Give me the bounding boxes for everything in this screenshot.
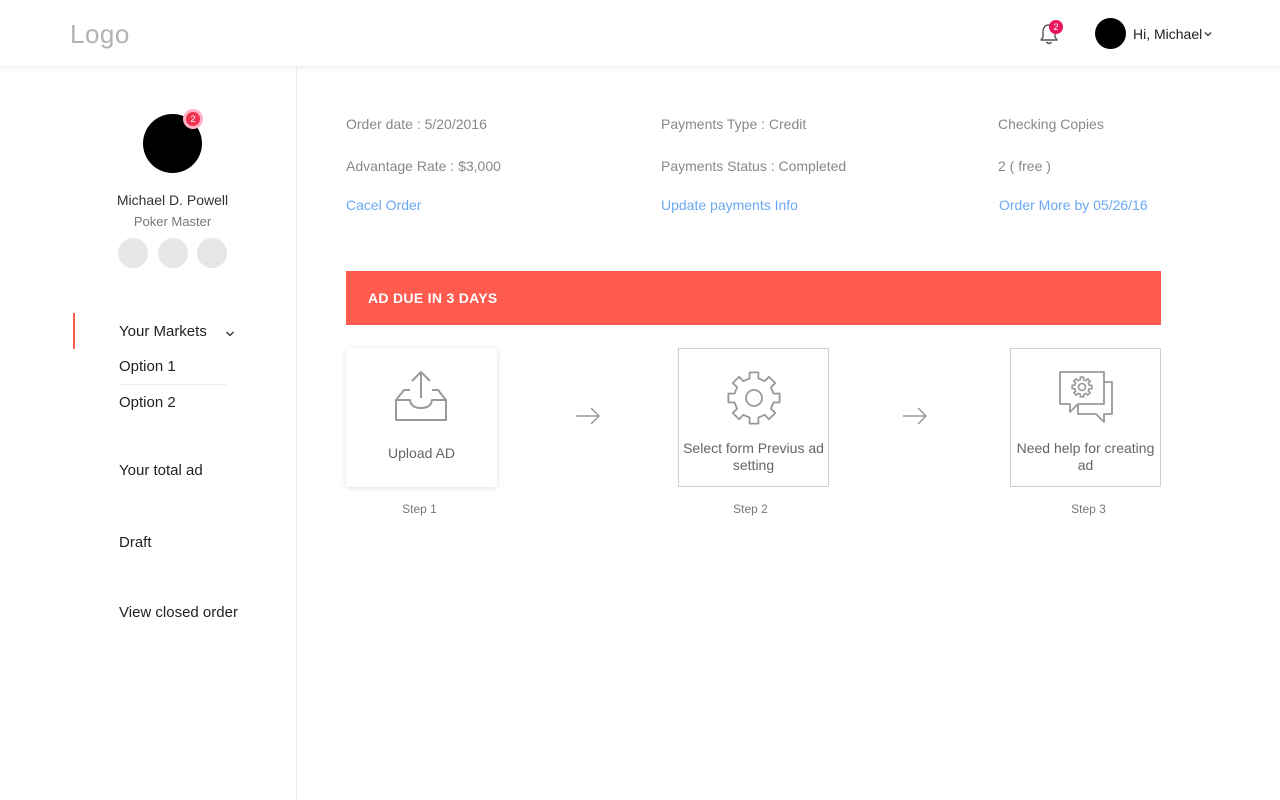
social-button-1[interactable] [118, 238, 148, 268]
checking-copies: Checking Copies [998, 116, 1104, 132]
user-avatar[interactable] [1095, 18, 1126, 49]
gear-icon [727, 371, 781, 425]
active-nav-indicator [73, 313, 75, 349]
profile-name: Michael D. Powell [116, 192, 229, 208]
user-greeting[interactable]: Hi, Michael [1133, 26, 1202, 42]
arrow-right-icon [576, 407, 601, 425]
logo[interactable]: Logo [70, 19, 130, 50]
chevron-down-icon[interactable] [225, 329, 235, 339]
nav-option-2[interactable]: Option 2 [119, 394, 176, 411]
cancel-order-link[interactable]: Cacel Order [346, 197, 421, 213]
nav-total-ad[interactable]: Your total ad [119, 462, 203, 479]
sidebar [0, 66, 297, 800]
nav-option-1[interactable]: Option 1 [119, 358, 176, 375]
step-label: Need help for creating ad [1016, 440, 1155, 473]
notification-badge: 2 [1049, 20, 1063, 34]
copies-value: 2 ( free ) [998, 158, 1051, 174]
profile-badge: 2 [183, 109, 203, 129]
nav-closed-order[interactable]: View closed order [119, 604, 238, 621]
order-date: Order date : 5/20/2016 [346, 116, 487, 132]
payments-type: Payments Type : Credit [661, 116, 807, 132]
nav-your-markets[interactable]: Your Markets [119, 323, 207, 340]
step-caption: Step 3 [1071, 502, 1106, 516]
step-caption: Step 1 [402, 502, 437, 516]
step-card-previous-setting[interactable]: Select form Previus ad setting [678, 348, 829, 487]
profile-badge-count: 2 [186, 112, 200, 126]
social-button-2[interactable] [158, 238, 188, 268]
update-payments-link[interactable]: Update payments Info [661, 197, 798, 213]
banner-text: AD DUE IN 3 DAYS [368, 290, 498, 306]
step-label: Upload AD [388, 445, 455, 461]
step-card-help[interactable]: Need help for creating ad [1010, 348, 1161, 487]
upload-tray-icon [395, 371, 447, 421]
nav-draft[interactable]: Draft [119, 534, 152, 551]
social-button-3[interactable] [197, 238, 227, 268]
top-header: Logo 2 Hi, Michael [0, 0, 1280, 66]
chevron-down-icon[interactable] [1204, 30, 1212, 38]
order-more-link[interactable]: Order More by 05/26/16 [999, 197, 1148, 213]
nav-divider [119, 384, 227, 385]
ad-due-banner: AD DUE IN 3 DAYS [346, 271, 1161, 325]
step-label: Select form Previus ad setting [683, 440, 824, 473]
payments-status: Payments Status : Completed [661, 158, 847, 174]
advantage-rate: Advantage Rate : $3,000 [346, 158, 501, 174]
step-caption: Step 2 [733, 502, 768, 516]
profile-role: Poker Master [133, 214, 212, 229]
arrow-right-icon [903, 407, 928, 425]
step-card-upload[interactable]: Upload AD [346, 348, 497, 487]
chat-gear-icon [1059, 371, 1113, 423]
